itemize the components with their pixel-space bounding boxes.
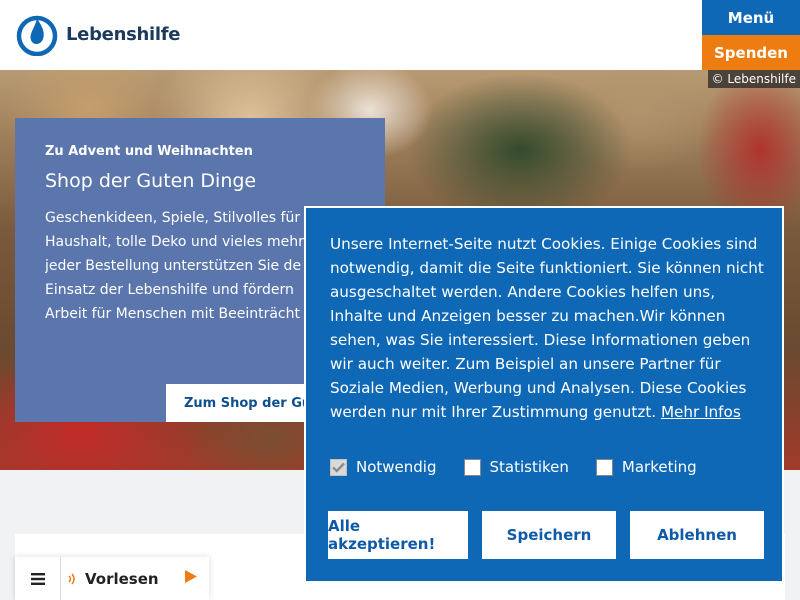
check-statistics[interactable]: Statistiken xyxy=(463,458,569,476)
read-aloud-label: Vorlesen xyxy=(85,569,159,588)
necessary-label: Notwendig xyxy=(356,458,437,476)
donate-button[interactable]: Spenden xyxy=(702,35,800,70)
more-info-link[interactable]: Mehr Infos xyxy=(661,403,741,421)
save-button[interactable]: Speichern xyxy=(482,511,616,559)
logo-text: Lebenshilfe xyxy=(66,24,181,45)
hamburger-icon xyxy=(30,572,45,585)
checkmark-icon xyxy=(332,462,345,473)
cookie-buttons: Alle akzeptieren! Speichern Ablehnen xyxy=(328,511,778,559)
menu-button[interactable]: Menü xyxy=(702,0,800,35)
promo-title: Shop der Guten Dinge xyxy=(45,170,257,192)
reader-menu-button[interactable] xyxy=(15,557,61,600)
sound-wave-icon xyxy=(61,572,83,586)
site-header: Lebenshilfe Menü Spenden xyxy=(0,0,800,70)
image-copyright: © Lebenshilfe xyxy=(707,70,800,88)
check-marketing[interactable]: Marketing xyxy=(595,458,697,476)
cookie-description: Unsere Internet-Seite nutzt Cookies. Ein… xyxy=(330,235,764,421)
statistics-checkbox[interactable] xyxy=(463,458,481,476)
site-logo[interactable]: Lebenshilfe xyxy=(14,13,181,56)
accept-all-button[interactable]: Alle akzeptieren! xyxy=(328,511,468,559)
promo-kicker: Zu Advent und Weihnachten xyxy=(45,144,253,159)
statistics-label: Statistiken xyxy=(489,458,569,476)
cookie-text: Unsere Internet-Seite nutzt Cookies. Ein… xyxy=(330,232,770,424)
necessary-checkbox xyxy=(330,458,347,476)
play-icon xyxy=(185,569,197,583)
marketing-label: Marketing xyxy=(621,458,697,476)
play-button[interactable] xyxy=(185,569,197,588)
cookie-banner: Unsere Internet-Seite nutzt Cookies. Ein… xyxy=(304,206,784,583)
marketing-checkbox[interactable] xyxy=(595,458,613,476)
lebenshilfe-logo-icon xyxy=(16,15,58,56)
decline-button[interactable]: Ablehnen xyxy=(630,511,764,559)
check-necessary: Notwendig xyxy=(330,458,437,476)
read-aloud-bar: Vorlesen xyxy=(15,557,209,600)
cookie-options: Notwendig Statistiken Marketing xyxy=(330,458,724,476)
